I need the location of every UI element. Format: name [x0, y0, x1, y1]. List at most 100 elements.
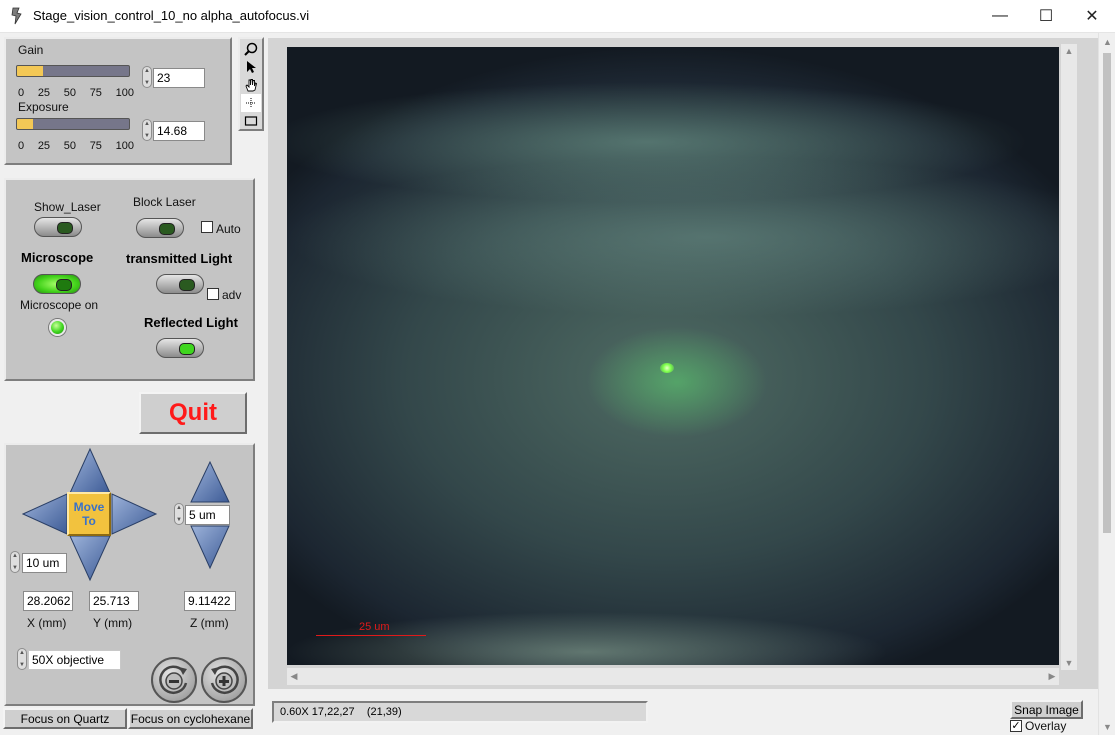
overlay-checkbox[interactable]: ✓: [1010, 720, 1022, 732]
gain-slider[interactable]: [16, 65, 130, 77]
y-mm-label: Y (mm): [93, 616, 133, 630]
z-step-input[interactable]: 5 um: [185, 505, 230, 525]
scale-bar: [316, 635, 426, 636]
checkmark-icon: ✓: [1011, 720, 1021, 732]
microscope-on-indicator: [49, 319, 66, 336]
z-down-arrow-icon[interactable]: [190, 525, 230, 570]
move-left-arrow-icon[interactable]: [22, 493, 68, 535]
adv-label: adv: [222, 288, 242, 302]
xy-step-spinner[interactable]: [10, 551, 20, 573]
rotate-minus-icon: [159, 665, 188, 694]
scroll-right-icon[interactable]: ▶: [1045, 668, 1059, 685]
rotate-plus-icon: [210, 665, 239, 694]
focus-on-quartz-button[interactable]: Focus on Quartz: [3, 708, 127, 729]
transmitted-light-led: [179, 279, 195, 291]
overlay-label: Overlay: [1025, 719, 1067, 733]
auto-label: Auto: [216, 222, 241, 236]
transmitted-light-label: transmitted Light: [126, 251, 233, 266]
focus-up-button[interactable]: [201, 657, 247, 703]
x-position-field: 28.2062: [23, 591, 73, 611]
show-laser-toggle[interactable]: [34, 217, 82, 237]
close-icon: ✕: [1085, 8, 1099, 25]
quit-button[interactable]: Quit: [139, 392, 247, 434]
z-step-spinner[interactable]: [174, 503, 184, 525]
gain-tick: 75: [89, 87, 102, 99]
image-status-bar: 0.60X 17,22,27 (21,39): [272, 701, 648, 723]
laser-spot: [660, 363, 674, 373]
focus-on-cyclohexane-button[interactable]: Focus on cyclohexane: [128, 708, 253, 729]
move-right-arrow-icon[interactable]: [111, 493, 158, 535]
exposure-label: Exposure: [18, 100, 69, 114]
move-down-arrow-icon[interactable]: [69, 535, 111, 582]
reflected-light-led: [179, 343, 195, 355]
microscope-image-view[interactable]: 25 um: [287, 47, 1059, 665]
show-laser-led: [57, 222, 73, 234]
z-mm-label: Z (mm): [190, 616, 229, 630]
block-laser-label: Block Laser: [133, 195, 196, 209]
exposure-tick: 0: [18, 140, 25, 152]
window-scroll-down-icon[interactable]: ▼: [1099, 718, 1115, 735]
move-to-button[interactable]: Move To: [67, 492, 111, 536]
image-horizontal-scrollbar[interactable]: ◀ ▶: [287, 668, 1059, 685]
minimize-icon: —: [992, 7, 1008, 24]
rectangle-select-icon[interactable]: [241, 112, 261, 130]
crosshair-icon[interactable]: [241, 94, 261, 112]
scroll-down-icon[interactable]: ▼: [1061, 656, 1077, 670]
objective-selector[interactable]: 50X objective: [28, 650, 121, 670]
exposure-tick: 100: [115, 140, 134, 152]
gain-tick: 25: [37, 87, 51, 99]
gain-scale: 0 25 50 75 100: [18, 87, 134, 99]
objective-spinner[interactable]: [17, 648, 27, 670]
move-to-label: To: [82, 514, 96, 528]
block-laser-led: [159, 223, 175, 235]
maximize-icon: ☐: [1038, 8, 1054, 25]
zoom-icon[interactable]: [241, 40, 261, 58]
window-scroll-thumb[interactable]: [1103, 53, 1111, 533]
exposure-tick: 75: [89, 140, 102, 152]
gain-input[interactable]: 23: [153, 68, 205, 88]
microscope-on-label: Microscope on: [20, 298, 99, 312]
window-vertical-scrollbar[interactable]: ▲ ▼: [1098, 33, 1115, 735]
reflected-light-toggle[interactable]: [156, 338, 204, 358]
exposure-slider-fill: [17, 119, 34, 129]
window-title: Stage_vision_control_10_no alpha_autofoc…: [33, 8, 310, 23]
maximize-button[interactable]: ☐: [1023, 0, 1069, 32]
z-position-field: 9.11422: [184, 591, 236, 611]
xy-step-input[interactable]: 10 um: [22, 553, 67, 573]
reflected-light-label: Reflected Light: [144, 315, 238, 330]
gain-label: Gain: [18, 43, 44, 57]
scroll-up-icon[interactable]: ▲: [1061, 44, 1077, 58]
block-laser-toggle[interactable]: [136, 218, 184, 238]
transmitted-light-toggle[interactable]: [156, 274, 204, 294]
focus-down-button[interactable]: [151, 657, 197, 703]
image-vertical-scrollbar[interactable]: ▲ ▼: [1061, 44, 1077, 670]
labview-app-icon: [11, 7, 22, 25]
pan-hand-icon[interactable]: [241, 76, 261, 94]
snap-image-button[interactable]: Snap Image: [1010, 700, 1083, 719]
exposure-spinner[interactable]: [142, 119, 152, 141]
exposure-tick: 25: [37, 140, 51, 152]
adv-checkbox[interactable]: [207, 288, 219, 300]
move-up-arrow-icon[interactable]: [69, 447, 111, 494]
image-tools-palette: [238, 37, 264, 131]
microscope-label: Microscope: [21, 250, 94, 265]
gain-spinner[interactable]: [142, 66, 152, 88]
pointer-icon[interactable]: [241, 58, 261, 76]
x-mm-label: X (mm): [27, 616, 67, 630]
close-button[interactable]: ✕: [1069, 0, 1115, 32]
move-to-label: Move: [73, 500, 105, 514]
minimize-button[interactable]: —: [977, 0, 1023, 32]
microscope-toggle[interactable]: [33, 274, 81, 294]
gain-slider-fill: [17, 66, 43, 76]
auto-checkbox[interactable]: [201, 221, 213, 233]
z-up-arrow-icon[interactable]: [190, 460, 230, 503]
window-scroll-up-icon[interactable]: ▲: [1099, 33, 1115, 50]
y-position-field: 25.713: [89, 591, 139, 611]
scale-bar-label: 25 um: [359, 621, 390, 633]
gain-tick: 0: [18, 87, 25, 99]
exposure-input[interactable]: 14.68: [153, 121, 205, 141]
gain-tick: 50: [63, 87, 76, 99]
scroll-left-icon[interactable]: ◀: [287, 668, 301, 685]
exposure-slider[interactable]: [16, 118, 130, 130]
gain-tick: 100: [115, 87, 134, 99]
